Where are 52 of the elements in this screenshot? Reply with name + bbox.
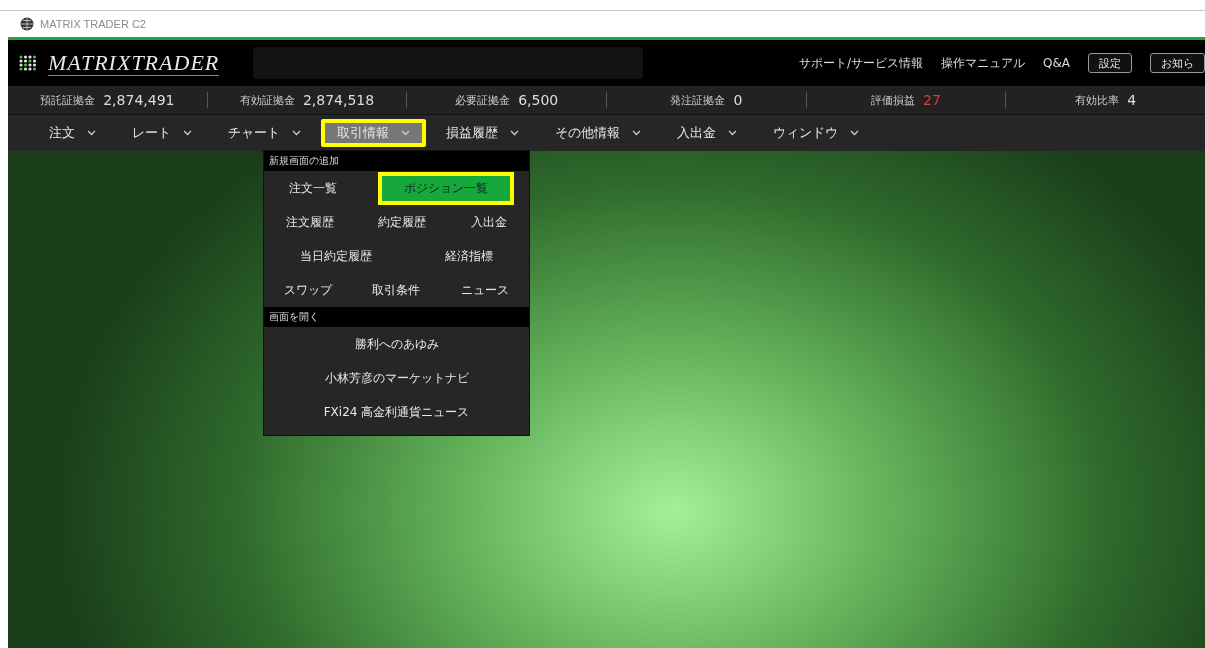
menu-item[interactable]: 取引情報	[321, 119, 426, 147]
header-link[interactable]: 操作マニュアル	[941, 54, 1025, 72]
dropdown-item[interactable]: スワップ	[274, 273, 343, 307]
menu-item[interactable]: 損益履歴	[430, 119, 535, 147]
dropdown-item[interactable]: 小林芳彦のマーケットナビ	[314, 361, 479, 395]
menu-item[interactable]: 入出金	[661, 119, 753, 147]
stat-value: 6,500	[518, 92, 559, 108]
stat-label: 発注証拠金	[670, 92, 726, 108]
window-title: MATRIX TRADER C2	[40, 18, 146, 30]
stat-value: 2,874,518	[302, 92, 375, 108]
dropdown-item[interactable]: 入出金	[460, 205, 517, 239]
stat-label: 預託証拠金	[40, 92, 96, 108]
header-link[interactable]: Q&A	[1043, 56, 1070, 70]
menu-item[interactable]: ウィンドウ	[757, 119, 875, 147]
menu-item[interactable]: 注文	[33, 119, 112, 147]
section-header: 画面を開く	[264, 307, 529, 327]
dropdown-item[interactable]: 取引条件	[362, 273, 431, 307]
globe-icon	[20, 17, 34, 31]
stat-label: 評価損益	[871, 92, 916, 108]
header-link[interactable]: サポート/サービス情報	[798, 54, 923, 72]
chevron-down-icon	[728, 130, 737, 136]
chevron-down-icon	[632, 130, 641, 136]
menu-item[interactable]: チャート	[212, 119, 317, 147]
menu-item[interactable]: その他情報	[539, 119, 657, 147]
chevron-down-icon	[401, 130, 410, 136]
dropdown-item[interactable]: 注文一覧	[279, 171, 348, 205]
stat-value: 2,874,491	[103, 92, 175, 108]
dropdown-item[interactable]: FXi24 高金利通貨ニュース	[313, 395, 480, 429]
dropdown-item[interactable]: 経済指標	[434, 239, 503, 273]
stat-label: 必要証拠金	[455, 92, 511, 108]
chevron-down-icon	[292, 130, 301, 136]
menu-item[interactable]: レート	[116, 119, 208, 147]
dropdown-item[interactable]: ニュース	[450, 273, 519, 307]
logo: MATRIXTRADER	[48, 50, 220, 76]
stat-value: 0	[733, 92, 743, 108]
chevron-down-icon	[87, 130, 96, 136]
dropdown-item[interactable]: 勝利へのあゆみ	[344, 327, 449, 361]
section-header: 新規画面の追加	[264, 151, 529, 171]
stat-value: 4	[1127, 92, 1137, 108]
chevron-down-icon	[183, 130, 192, 136]
header-button[interactable]: 設定	[1088, 53, 1132, 73]
dropdown-item[interactable]: 約定履歴	[368, 205, 437, 239]
chevron-down-icon	[510, 130, 519, 136]
chevron-down-icon	[850, 130, 859, 136]
stat-label: 有効証拠金	[239, 92, 295, 108]
logo-icon	[18, 54, 38, 72]
stat-label: 有効比率	[1075, 92, 1120, 108]
dropdown-item[interactable]: 注文履歴	[276, 205, 345, 239]
dropdown-item[interactable]: 当日約定履歴	[290, 239, 383, 273]
dropdown-item[interactable]: ポジション一覧	[377, 171, 514, 205]
header-button[interactable]: お知ら	[1150, 53, 1205, 73]
stat-value: 27	[923, 92, 941, 108]
